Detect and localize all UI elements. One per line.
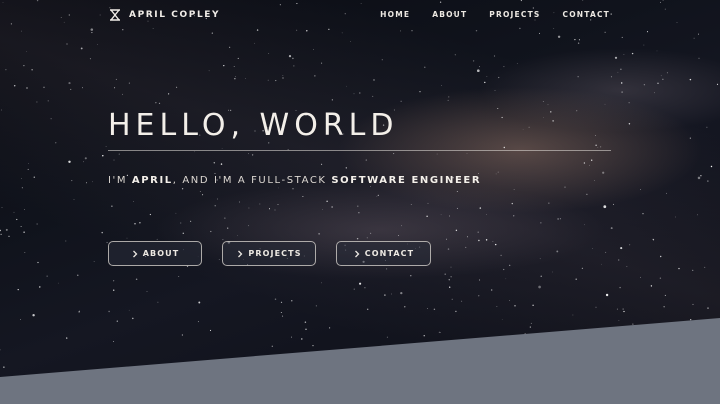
footer-slope	[0, 318, 720, 404]
